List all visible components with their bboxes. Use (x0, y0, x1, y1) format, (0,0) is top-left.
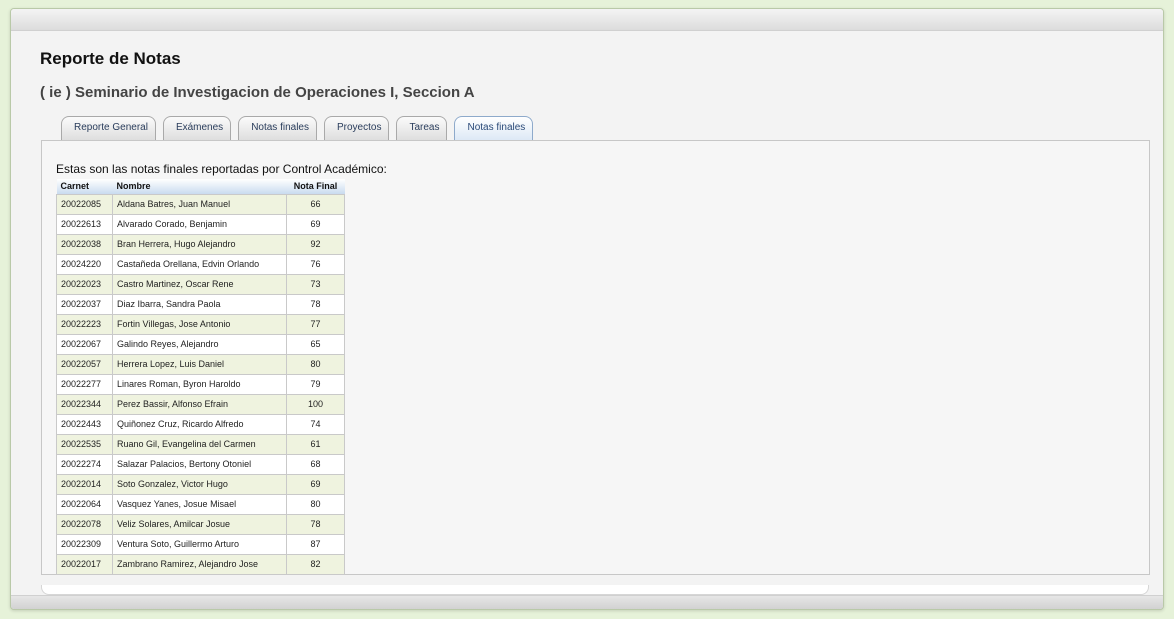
carnet-cell: 20022309 (56, 533, 113, 555)
table-row: 20022057 Herrera Lopez, Luis Daniel 80 (56, 353, 345, 375)
carnet-cell: 20022274 (56, 453, 113, 475)
nota-cell: 77 (286, 313, 345, 335)
header-nombre: Nombre (112, 179, 287, 194)
table-row: 20022067 Galindo Reyes, Alejandro 65 (56, 333, 345, 355)
nota-cell: 79 (286, 373, 345, 395)
carnet-cell: 20022037 (56, 293, 113, 315)
tab-bar: Reporte General Exámenes Notas finales P… (61, 116, 534, 140)
nombre-cell: Quiñonez Cruz, Ricardo Alfredo (112, 413, 287, 435)
tab-notas-finales[interactable]: Notas finales (238, 116, 317, 140)
nombre-cell: Diaz Ibarra, Sandra Paola (112, 293, 287, 315)
table-row: 20022078 Veliz Solares, Amilcar Josue 78 (56, 513, 345, 535)
nombre-cell: Fortin Villegas, Jose Antonio (112, 313, 287, 335)
nota-cell: 78 (286, 293, 345, 315)
carnet-cell: 20022443 (56, 413, 113, 435)
nota-cell: 69 (286, 473, 345, 495)
carnet-cell: 20022613 (56, 213, 113, 235)
table-row: 20022344 Perez Bassir, Alfonso Efrain 100 (56, 393, 345, 415)
nombre-cell: Perez Bassir, Alfonso Efrain (112, 393, 287, 415)
nombre-cell: Zambrano Ramirez, Alejandro Jose (112, 553, 287, 575)
nombre-cell: Linares Roman, Byron Haroldo (112, 373, 287, 395)
nombre-cell: Vasquez Yanes, Josue Misael (112, 493, 287, 515)
nombre-cell: Castañeda Orellana, Edvin Orlando (112, 253, 287, 275)
nota-cell: 76 (286, 253, 345, 275)
nota-cell: 69 (286, 213, 345, 235)
nota-cell: 100 (286, 393, 345, 415)
nombre-cell: Salazar Palacios, Bertony Otoniel (112, 453, 287, 475)
table-row: 20022017 Zambrano Ramirez, Alejandro Jose… (56, 553, 345, 575)
table-row: 20022535 Ruano Gil, Evangelina del Carmen… (56, 433, 345, 455)
carnet-cell: 20022344 (56, 393, 113, 415)
carnet-cell: 20022023 (56, 273, 113, 295)
nombre-cell: Ventura Soto, Guillermo Arturo (112, 533, 287, 555)
nombre-cell: Castro Martinez, Oscar Rene (112, 273, 287, 295)
bottom-bar (11, 595, 1163, 609)
tab-proyectos[interactable]: Proyectos (324, 116, 390, 140)
table-row: 20022613 Alvarado Corado, Benjamin 69 (56, 213, 345, 235)
nombre-cell: Soto Gonzalez, Victor Hugo (112, 473, 287, 495)
page-title: Reporte de Notas (40, 49, 181, 68)
nota-cell: 73 (286, 273, 345, 295)
nombre-cell: Bran Herrera, Hugo Alejandro (112, 233, 287, 255)
carnet-cell: 20024220 (56, 253, 113, 275)
carnet-cell: 20022014 (56, 473, 113, 495)
nombre-cell: Galindo Reyes, Alejandro (112, 333, 287, 355)
nombre-cell: Aldana Batres, Juan Manuel (112, 193, 287, 215)
nota-cell: 61 (286, 433, 345, 455)
table-row: 20022277 Linares Roman, Byron Haroldo 79 (56, 373, 345, 395)
table-row: 20022274 Salazar Palacios, Bertony Otonie… (56, 453, 345, 475)
nota-cell: 78 (286, 513, 345, 535)
carnet-cell: 20022535 (56, 433, 113, 455)
nota-cell: 66 (286, 193, 345, 215)
carnet-cell: 20022277 (56, 373, 113, 395)
nota-cell: 80 (286, 493, 345, 515)
carnet-cell: 20022038 (56, 233, 113, 255)
carnet-cell: 20022057 (56, 353, 113, 375)
table-row: 20022038 Bran Herrera, Hugo Alejandro 92 (56, 233, 345, 255)
carnet-cell: 20022064 (56, 493, 113, 515)
top-bar (11, 9, 1163, 31)
tab-tareas[interactable]: Tareas (396, 116, 448, 140)
nombre-cell: Ruano Gil, Evangelina del Carmen (112, 433, 287, 455)
table-row: 20022223 Fortin Villegas, Jose Antonio 77 (56, 313, 345, 335)
course-title: ( ie ) Seminario de Investigacion de Ope… (40, 84, 475, 101)
table-header-row: Carnet Nombre Nota Final (56, 179, 345, 194)
table-row: 20022309 Ventura Soto, Guillermo Arturo 87 (56, 533, 345, 555)
nota-cell: 92 (286, 233, 345, 255)
carnet-cell: 20022223 (56, 313, 113, 335)
table-row: 20022064 Vasquez Yanes, Josue Misael 80 (56, 493, 345, 515)
table-row: 20024220 Castañeda Orellana, Edvin Orland… (56, 253, 345, 275)
panel-bottom-edge (41, 585, 1149, 595)
table-row: 20022037 Diaz Ibarra, Sandra Paola 78 (56, 293, 345, 315)
nota-cell: 68 (286, 453, 345, 475)
nombre-cell: Veliz Solares, Amilcar Josue (112, 513, 287, 535)
nota-cell: 82 (286, 553, 345, 575)
table-row: 20022443 Quiñonez Cruz, Ricardo Alfredo 74 (56, 413, 345, 435)
header-nota-final: Nota Final (286, 179, 345, 194)
nota-cell: 87 (286, 533, 345, 555)
tab-examenes[interactable]: Exámenes (162, 116, 232, 140)
table-row: 20022023 Castro Martinez, Oscar Rene 73 (56, 273, 345, 295)
grades-table-body: 20022085 Aldana Batres, Juan Manuel 66 2002… (56, 193, 345, 575)
main-window: Reporte de Notas ( ie ) Seminario de Inv… (10, 8, 1164, 610)
table-row: 20022014 Soto Gonzalez, Victor Hugo 69 (56, 473, 345, 495)
carnet-cell: 20022078 (56, 513, 113, 535)
carnet-cell: 20022017 (56, 553, 113, 575)
carnet-cell: 20022085 (56, 193, 113, 215)
tab-notas-finales-active[interactable]: Notas finales (454, 116, 534, 140)
grades-table: Carnet Nombre Nota Final 20022085 Aldana … (56, 179, 345, 575)
table-row: 20022085 Aldana Batres, Juan Manuel 66 (56, 193, 345, 215)
intro-text: Estas son las notas finales reportadas p… (56, 162, 387, 176)
header-carnet: Carnet (56, 179, 113, 194)
nota-cell: 65 (286, 333, 345, 355)
carnet-cell: 20022067 (56, 333, 113, 355)
tab-reporte-general[interactable]: Reporte General (61, 116, 156, 140)
nota-cell: 74 (286, 413, 345, 435)
nombre-cell: Alvarado Corado, Benjamin (112, 213, 287, 235)
nombre-cell: Herrera Lopez, Luis Daniel (112, 353, 287, 375)
nota-cell: 80 (286, 353, 345, 375)
